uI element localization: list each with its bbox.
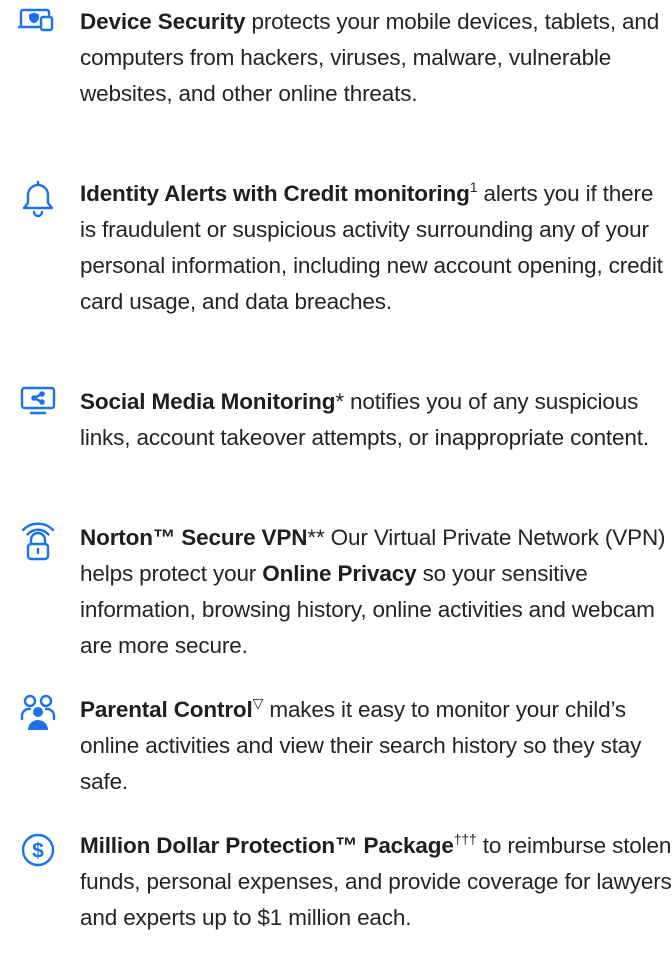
feature-title: Device Security [80,9,246,34]
bell-icon [16,176,60,220]
share-monitor-icon [16,384,60,428]
footnote-mark: ††† [453,831,477,847]
feature-title: Identity Alerts with Credit monitoring [80,181,470,206]
feature-description: Million Dollar Protection™ Package††† to… [80,828,672,936]
dollar-circle-icon: $ [16,828,60,872]
feature-description: Identity Alerts with Credit monitoring1 … [80,176,672,320]
devices-icon [16,4,60,48]
svg-text:$: $ [32,840,44,863]
feature-title: Social Media Monitoring [80,389,336,414]
footnote-mark: ▽ [252,695,264,711]
feature-description: Norton™ Secure VPN** Our Virtual Private… [80,520,672,664]
feature-description: Device Security protects your mobile dev… [80,4,672,112]
feature-emphasis: Online Privacy [262,561,417,586]
feature-title: Parental Control [80,697,253,722]
feature-title: Million Dollar Protection™ Package [80,833,454,858]
family-icon [16,692,60,736]
feature-description: Parental Control▽ makes it easy to monit… [80,692,672,800]
feature-title: Norton™ Secure VPN [80,525,308,550]
feature-description: Social Media Monitoring* notifies you of… [80,384,672,456]
feature-list: Device Security protects your mobile dev… [0,0,672,969]
footnote-mark: 1 [469,179,478,195]
wifi-lock-icon [16,520,60,564]
